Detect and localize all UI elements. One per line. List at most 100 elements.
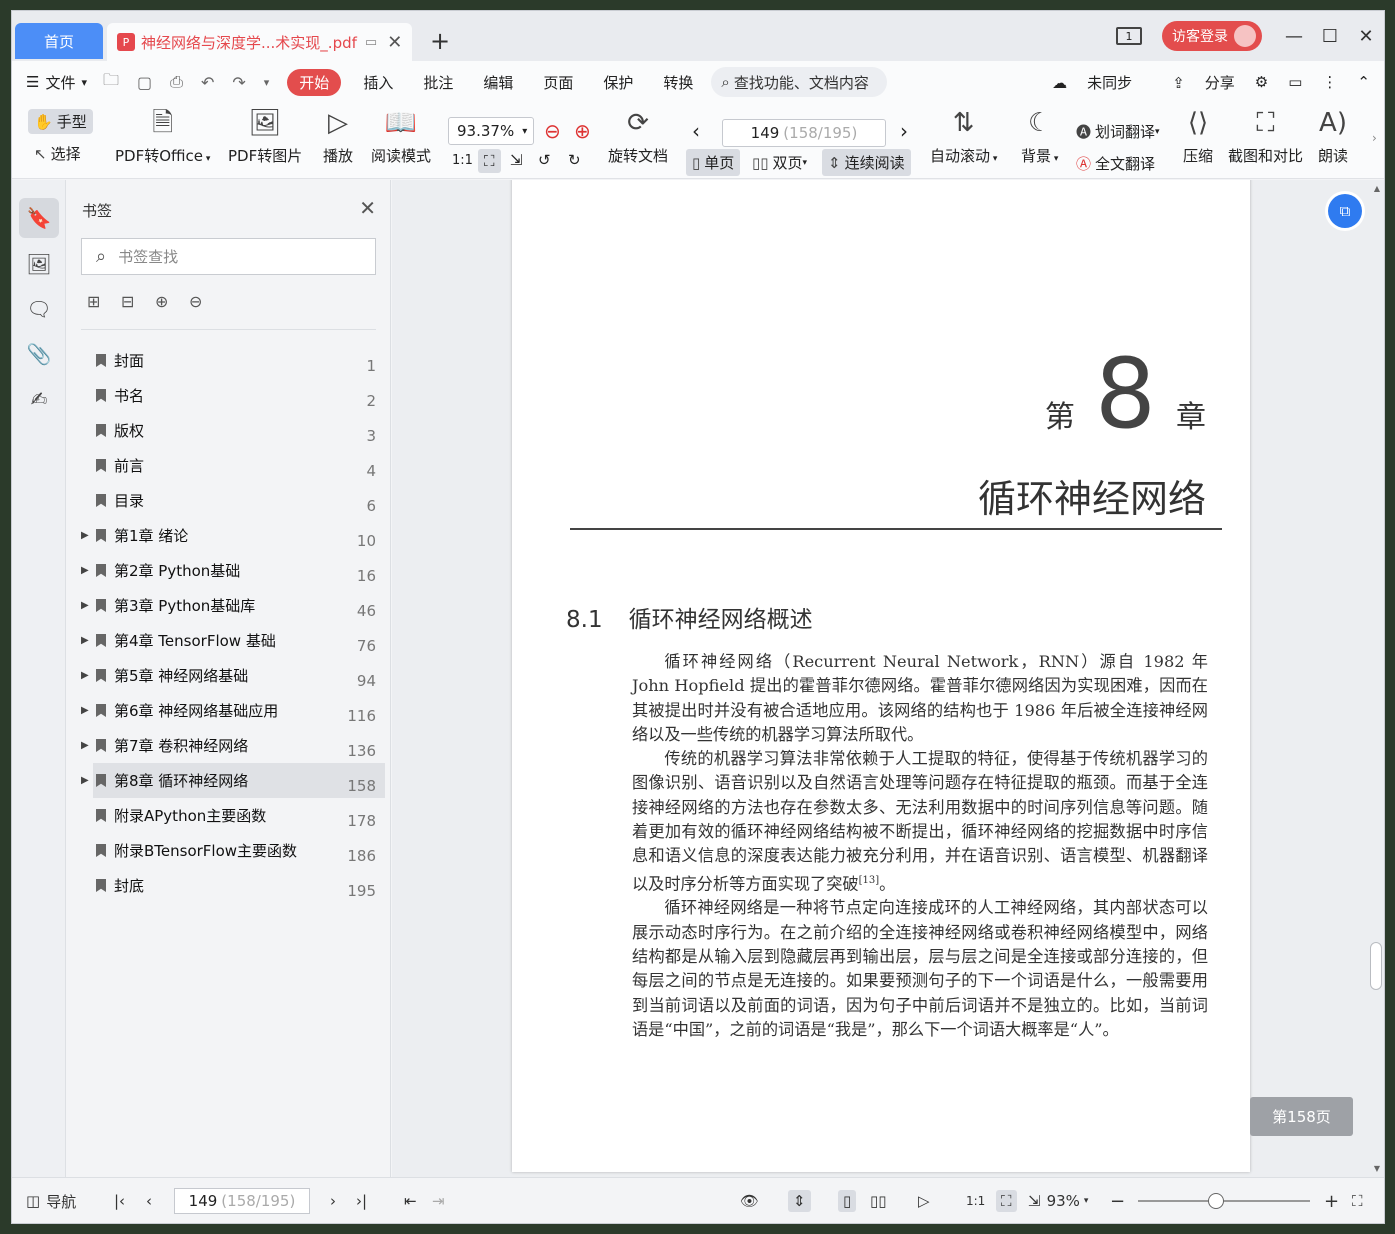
expand-arrow-icon[interactable]: ▶ (81, 565, 89, 576)
bookmark-item[interactable]: ▶ 第7章 卷积神经网络 136 (67, 728, 390, 763)
page-number-input[interactable]: 149 (158/195) (722, 119, 886, 147)
scroll-down-icon[interactable]: ▼ (1374, 1164, 1380, 1173)
tab-document[interactable]: P 神经网络与深度学...术实现_.pdf ▭ ✕ (107, 23, 412, 61)
zoom-out-button[interactable]: − (1110, 1178, 1125, 1223)
expand-all-icon[interactable]: ⊞ (87, 292, 121, 311)
page-count-icon[interactable]: 1 (1116, 27, 1142, 45)
next-page-icon[interactable]: › (900, 119, 908, 143)
menu-insert[interactable]: 插入 (363, 72, 393, 93)
single-page-view-icon[interactable]: ▯ (838, 1190, 857, 1212)
collapse-ribbon-icon[interactable]: ⌃ (1357, 73, 1370, 91)
zoom-in-button[interactable]: + (1324, 1178, 1339, 1223)
document-view[interactable]: 第 8 章 循环神经网络 8.1 循环神经网络概述 循环神经网络（Recurren… (392, 180, 1384, 1177)
status-page-input[interactable]: 149 (158/195) (174, 1188, 310, 1214)
actual-size-icon[interactable]: 1:1 (966, 1178, 985, 1223)
scroll-up-icon[interactable]: ▲ (1374, 184, 1380, 193)
bookmark-item[interactable]: ▶ 第4章 TensorFlow 基础 76 (67, 623, 390, 658)
expand-arrow-icon[interactable]: ▶ (81, 740, 89, 751)
back-icon[interactable]: ⇤ (404, 1178, 417, 1223)
bookmark-item[interactable]: ▶ 第6章 神经网络基础应用 116 (67, 693, 390, 728)
menu-edit[interactable]: 编辑 (483, 72, 513, 93)
zoom-out-icon[interactable]: ⊖ (544, 119, 561, 143)
undo-icon[interactable]: ↶ (201, 73, 214, 92)
read-mode-button[interactable]: 📖 阅读模式 (371, 103, 431, 166)
expand-arrow-icon[interactable]: ▶ (81, 530, 89, 541)
menu-page[interactable]: 页面 (543, 72, 573, 93)
more-vertical-icon[interactable]: ⋮ (1322, 73, 1337, 91)
continuous-view-icon[interactable]: ⇕ (788, 1190, 811, 1212)
menu-annotate[interactable]: 批注 (423, 72, 453, 93)
bookmark-item[interactable]: 附录APython主要函数 178 (67, 798, 390, 833)
prev-page-icon[interactable]: ‹ (146, 1178, 152, 1223)
open-folder-icon[interactable]: 🗀 (103, 69, 119, 96)
attachment-icon[interactable]: 📎 (19, 334, 59, 374)
settings-gear-icon[interactable]: ⚙ (1255, 73, 1268, 91)
bookmark-item[interactable]: 封底 195 (67, 868, 390, 903)
tab-close-icon[interactable]: ✕ (387, 32, 402, 53)
bookmark-item[interactable]: ▶ 第2章 Python基础 16 (67, 553, 390, 588)
compress-button[interactable]: ⟨⟩ 压缩 (1183, 103, 1213, 166)
fit-page-icon[interactable]: ⛶ (478, 149, 501, 173)
play-button[interactable]: ▷ 播放 (323, 103, 353, 166)
bookmark-item[interactable]: 前言 4 (67, 448, 390, 483)
fit-width-icon[interactable]: ⇲ (510, 151, 523, 169)
zoom-level-select[interactable]: ⇲ 93% ▾ (1028, 1178, 1088, 1223)
bookmark-item-selected[interactable]: ▶ 第8章 循环神经网络 158 (67, 763, 390, 798)
hand-tool-button[interactable]: ✋ 手型 (28, 109, 93, 134)
zoom-slider-handle[interactable] (1208, 1193, 1224, 1209)
expand-arrow-icon[interactable]: ▶ (81, 705, 89, 716)
bookmark-search-input[interactable]: ⌕ 书签查找 (81, 238, 376, 275)
expand-arrow-icon[interactable]: ▶ (81, 635, 89, 646)
close-icon[interactable]: ✕ (359, 196, 376, 220)
menu-convert[interactable]: 转换 (663, 72, 693, 93)
auto-scroll-button[interactable]: ⇅ 自动滚动 ▾ (930, 103, 997, 166)
read-aloud-button[interactable]: A) 朗读 (1318, 103, 1348, 166)
first-page-icon[interactable]: |‹ (114, 1178, 125, 1223)
zoom-select[interactable]: 93.37% ▾ (448, 117, 534, 145)
actual-size-icon[interactable]: 1:1 (452, 153, 473, 168)
more-chevron-icon[interactable]: ▾ (264, 76, 270, 89)
monitor-icon[interactable]: ▭ (365, 35, 377, 50)
file-menu[interactable]: ☰ 文件 ▾ (26, 72, 87, 93)
expand-arrow-icon[interactable]: ▶ (81, 600, 89, 611)
collapse-all-icon[interactable]: ⊟ (121, 292, 155, 311)
guest-login-button[interactable]: 访客登录 (1162, 21, 1262, 51)
bookmark-item[interactable]: 目录 6 (67, 483, 390, 518)
forward-icon[interactable]: ⇥ (432, 1178, 445, 1223)
pdf-to-image-button[interactable]: 🖼 PDF转图片 (228, 103, 302, 166)
play-icon[interactable]: ▷ (918, 1178, 930, 1223)
feature-search[interactable]: ⌕ 查找功能、文档内容 (711, 67, 888, 97)
delete-bookmark-icon[interactable]: ⊖ (189, 292, 223, 311)
float-toolbox-icon[interactable]: ⧉ (1328, 194, 1362, 228)
bookmark-item[interactable]: 封面 1 (67, 343, 390, 378)
rotate-right-icon[interactable]: ↻ (568, 151, 581, 169)
double-page-button[interactable]: ▯▯ 双页 ▾ (752, 152, 807, 173)
rotate-left-icon[interactable]: ↺ (538, 151, 551, 169)
thumbnail-icon[interactable]: 🖼 (19, 244, 59, 284)
prev-page-icon[interactable]: ‹ (692, 119, 700, 143)
maximize-button[interactable]: ☐ (1312, 26, 1348, 47)
background-button[interactable]: ☾ 背景 ▾ (1021, 103, 1058, 166)
eye-protection-icon[interactable]: 👁 (740, 1178, 759, 1223)
last-page-icon[interactable]: ›| (356, 1178, 367, 1223)
expand-arrow-icon[interactable]: ▶ (81, 670, 89, 681)
bookmark-item[interactable]: 书名 2 (67, 378, 390, 413)
bookmark-item[interactable]: ▶ 第3章 Python基础库 46 (67, 588, 390, 623)
zoom-slider[interactable] (1138, 1193, 1310, 1209)
minimize-button[interactable]: — (1276, 26, 1312, 47)
comment-panel-icon[interactable]: 🗨 (19, 289, 59, 329)
zoom-in-icon[interactable]: ⊕ (574, 119, 591, 143)
fit-page-icon[interactable]: ⛶ (996, 1190, 1017, 1212)
rotate-document-button[interactable]: ⟳ 旋转文档 (608, 103, 668, 166)
select-tool-button[interactable]: ↖ 选择 (34, 143, 81, 164)
ribbon-scroll-right-icon[interactable]: › (1372, 131, 1377, 145)
sync-button[interactable]: ☁ 未同步 (1032, 72, 1132, 93)
bookmark-panel-icon[interactable]: 🔖 (19, 198, 59, 238)
comment-icon[interactable]: ▭ (1288, 73, 1302, 91)
next-page-icon[interactable]: › (330, 1178, 336, 1223)
bookmark-item[interactable]: 版权 3 (67, 413, 390, 448)
bookmark-item[interactable]: ▶ 第1章 绪论 10 (67, 518, 390, 553)
vertical-scrollbar[interactable] (1370, 942, 1382, 990)
full-translate-button[interactable]: Ⓐ 全文翻译 (1076, 153, 1155, 174)
new-tab-button[interactable]: + (430, 27, 450, 55)
